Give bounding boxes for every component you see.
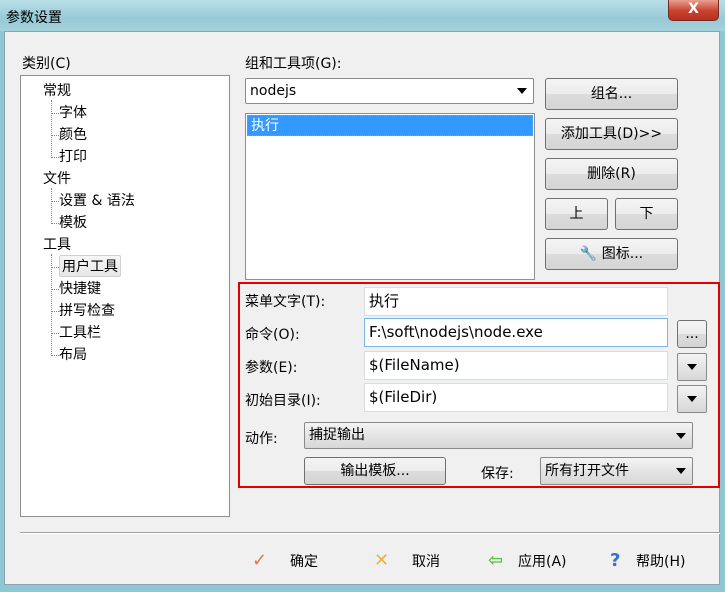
tree-connector <box>51 201 59 202</box>
action-select[interactable]: 捕捉输出 <box>304 422 693 449</box>
chevron-down-icon <box>687 364 697 370</box>
up-button[interactable]: 上 <box>545 198 608 230</box>
save-select-value: 所有打开文件 <box>545 463 629 479</box>
args-label: 参数(E): <box>245 360 298 376</box>
category-label: 类别(C) <box>22 56 71 72</box>
tree-item[interactable]: 工具栏 <box>59 322 101 342</box>
browse-button[interactable]: ... <box>677 320 707 348</box>
chevron-down-icon <box>687 396 697 402</box>
delete-button[interactable]: 删除(R) <box>545 158 678 190</box>
arrow-left-icon: ⇦ <box>488 550 504 571</box>
tree-connector <box>51 135 59 136</box>
chevron-down-icon <box>517 88 527 94</box>
save-label: 保存: <box>481 466 514 482</box>
tree-connector <box>51 113 59 114</box>
tree-item[interactable]: 文件 <box>43 168 71 188</box>
tree-item[interactable]: 工具 <box>43 234 71 254</box>
tree-item[interactable]: 设置 & 语法 <box>59 190 135 210</box>
help-label: 帮助(H) <box>636 554 686 570</box>
tree-connector <box>51 188 52 224</box>
tree-item[interactable]: 打印 <box>59 146 87 166</box>
args-dropdown-button[interactable] <box>677 353 707 381</box>
command-input[interactable]: F:\soft\nodejs\node.exe <box>364 318 668 347</box>
menu-text-label: 菜单文字(T): <box>245 294 326 310</box>
x-icon: ✕ <box>374 550 390 571</box>
title-bar: 参数设置 X <box>0 0 725 31</box>
tree-connector <box>51 311 59 312</box>
tree-item[interactable]: 常规 <box>43 80 71 100</box>
tree-connector <box>51 100 52 158</box>
ok-label: 确定 <box>290 554 318 570</box>
window-title: 参数设置 <box>6 10 62 26</box>
group-select[interactable]: nodejs <box>245 78 534 104</box>
menu-text-input[interactable]: 执行 <box>364 287 668 316</box>
tree-item[interactable]: 用户工具 <box>59 255 121 277</box>
tool-list[interactable]: 执行 <box>245 113 535 280</box>
ok-button[interactable]: ✓ 确定 <box>252 549 318 573</box>
group-select-value: nodejs <box>250 83 297 99</box>
tree-connector <box>51 267 59 268</box>
group-label: 组和工具项(G): <box>245 56 342 72</box>
tree-connector <box>51 355 59 356</box>
init-dir-label: 初始目录(I): <box>245 393 321 409</box>
chevron-down-icon <box>676 432 686 439</box>
add-tool-button[interactable]: 添加工具(D)>> <box>545 118 678 150</box>
separator <box>20 532 720 534</box>
apply-label: 应用(A) <box>518 554 567 570</box>
tree-item[interactable]: 快捷键 <box>59 278 101 298</box>
down-button[interactable]: 下 <box>615 198 678 230</box>
tree-item[interactable]: 颜色 <box>59 124 87 144</box>
help-button[interactable]: ? 帮助(H) <box>610 549 685 573</box>
tree-item[interactable]: 模板 <box>59 212 87 232</box>
icon-button[interactable]: 🔧 图标... <box>545 238 678 270</box>
tree-connector <box>51 157 59 158</box>
command-label: 命令(O): <box>245 327 300 343</box>
cancel-button[interactable]: ✕ 取消 <box>374 549 440 573</box>
tree-item[interactable]: 字体 <box>59 102 87 122</box>
group-name-button[interactable]: 组名... <box>545 78 678 110</box>
tree-item[interactable]: 布局 <box>59 344 87 364</box>
close-button[interactable]: X <box>668 0 719 21</box>
tree-connector <box>51 254 52 356</box>
save-select[interactable]: 所有打开文件 <box>540 457 693 485</box>
action-label: 动作: <box>245 431 278 447</box>
category-tree[interactable]: 常规 字体 颜色 打印 文件 设置 & 语法 模板 工具 用户工具 快捷键 拼写检查 工具栏 布局 <box>20 75 230 517</box>
question-icon: ? <box>610 550 621 571</box>
icon-button-label: 图标... <box>601 246 644 262</box>
output-template-button[interactable]: 输出模板... <box>304 457 446 485</box>
tree-connector <box>51 333 59 334</box>
tree-connector <box>51 223 59 224</box>
tree-item[interactable]: 拼写检查 <box>59 300 115 320</box>
chevron-down-icon <box>676 468 686 474</box>
wrench-icon: 🔧 <box>579 246 598 262</box>
init-dir-dropdown-button[interactable] <box>677 385 707 413</box>
tree-connector <box>51 289 59 290</box>
tool-list-item[interactable]: 执行 <box>247 115 533 136</box>
action-select-value: 捕捉输出 <box>309 427 365 443</box>
init-dir-input[interactable]: $(FileDir) <box>364 383 668 412</box>
args-input[interactable]: $(FileName) <box>364 351 668 380</box>
checkmark-icon: ✓ <box>252 550 268 571</box>
cancel-label: 取消 <box>412 554 440 570</box>
apply-button[interactable]: ⇦ 应用(A) <box>488 549 567 573</box>
